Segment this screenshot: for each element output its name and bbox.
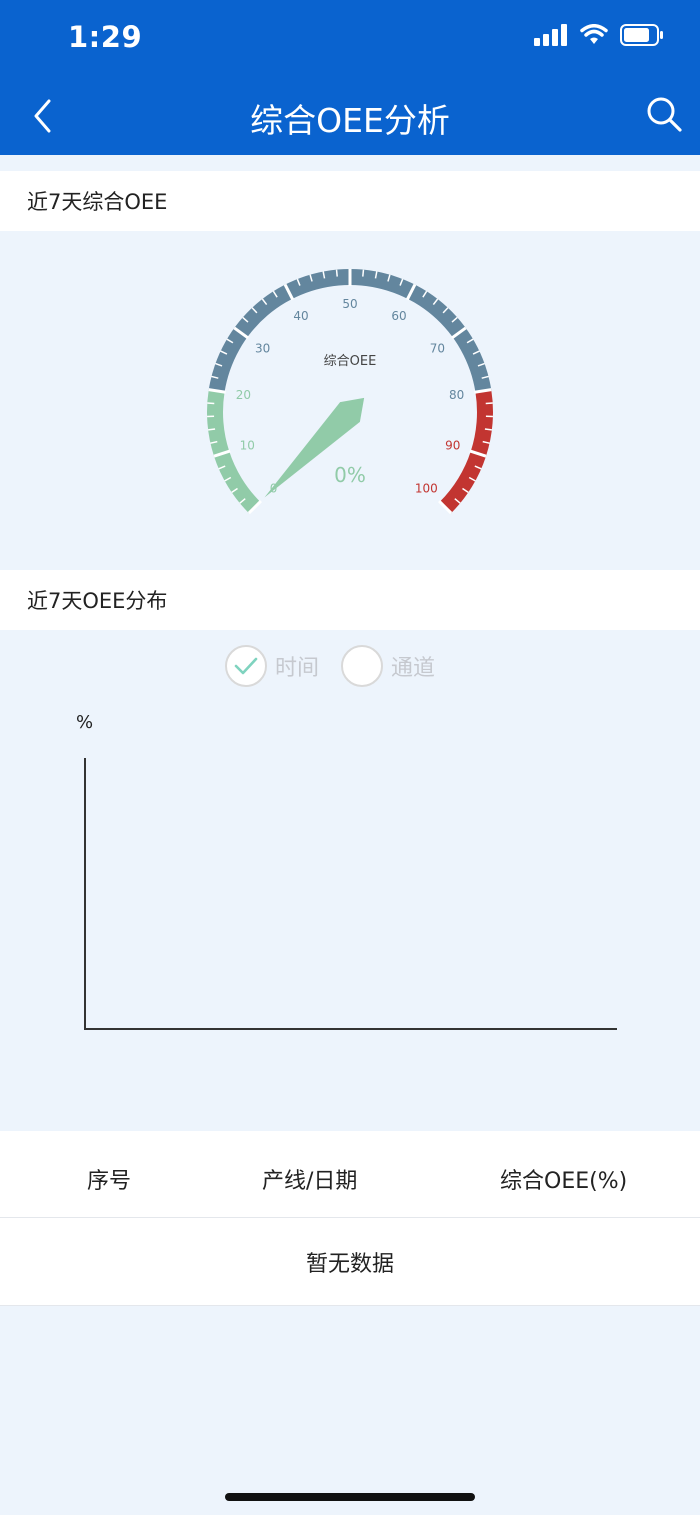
- gauge-value: 0%: [334, 463, 366, 487]
- gauge-tick-label: 50: [342, 297, 357, 311]
- gauge-label: 综合OEE: [324, 354, 377, 369]
- gauge-section-title: 近7天综合OEE: [0, 171, 700, 231]
- distribution-section-title: 近7天OEE分布: [0, 570, 700, 630]
- status-time: 1:29: [68, 20, 143, 54]
- search-button[interactable]: [646, 96, 684, 134]
- top-bar: 1:29 综合OEE分析: [0, 0, 700, 155]
- table-header: 序号 产线/日期 综合OEE(%): [0, 1131, 700, 1218]
- gauge-tick-label: 10: [240, 438, 255, 452]
- y-axis-line: [84, 758, 86, 1030]
- wifi-icon: [580, 24, 608, 44]
- table-empty-row: 暂无数据: [0, 1218, 700, 1306]
- gauge-minor-tick: [208, 428, 216, 431]
- search-icon: [647, 97, 682, 132]
- gauge-tick-label: 60: [391, 309, 406, 323]
- channel-toggle-label: 通道: [391, 656, 436, 681]
- gauge-tick-label: 80: [449, 388, 464, 402]
- gauge-tick-label: 90: [445, 438, 460, 452]
- header-oee: 综合OEE(%): [500, 1169, 628, 1194]
- gauge-band-mid: [208, 268, 492, 393]
- check-icon: [234, 657, 258, 675]
- oee-table: 序号 产线/日期 综合OEE(%) 暂无数据: [0, 1131, 700, 1306]
- gauge-minor-tick: [335, 269, 338, 277]
- gauge-minor-tick: [362, 269, 365, 277]
- time-toggle-label: 时间: [275, 656, 320, 681]
- signal-icon: [534, 24, 567, 46]
- page-title: 综合OEE分析: [250, 101, 450, 140]
- gauge-tick-label: 30: [255, 342, 270, 356]
- home-indicator: [225, 1493, 475, 1501]
- gauge-tick-label: 70: [430, 342, 445, 356]
- header-line-date: 产线/日期: [262, 1169, 358, 1194]
- gauge-tick-label: 100: [415, 481, 438, 495]
- time-toggle[interactable]: 时间: [225, 645, 319, 687]
- time-radio[interactable]: [225, 645, 267, 687]
- gauge-minor-tick: [484, 428, 492, 431]
- status-icons: [534, 24, 664, 46]
- x-axis-line: [84, 1028, 617, 1030]
- header-index: 序号: [87, 1169, 132, 1194]
- channel-toggle[interactable]: 通道: [341, 645, 435, 687]
- y-axis-unit: %: [76, 712, 94, 733]
- empty-text: 暂无数据: [305, 1251, 394, 1277]
- oee-gauge: 0102030405060708090100 综合OEE 0%: [207, 268, 494, 515]
- channel-radio[interactable]: [341, 645, 383, 687]
- gauge-tick-label: 40: [293, 309, 308, 323]
- battery-icon: [620, 24, 663, 46]
- gauge-tick-label: 20: [236, 388, 251, 402]
